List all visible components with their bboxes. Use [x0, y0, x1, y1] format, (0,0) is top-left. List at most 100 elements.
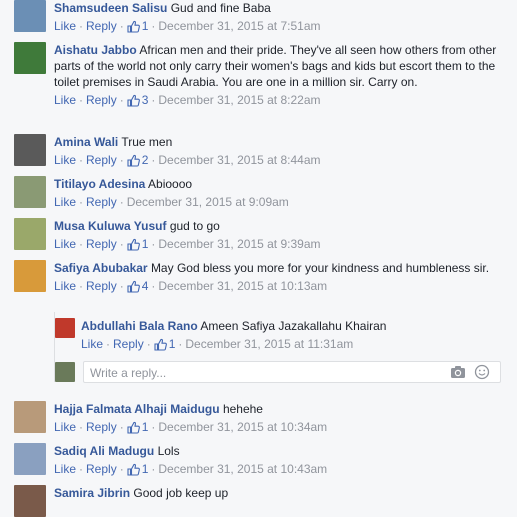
- camera-icon[interactable]: [450, 365, 466, 379]
- reply-button[interactable]: Reply: [86, 153, 117, 167]
- thumbs-up-icon[interactable]: [127, 238, 140, 251]
- comment-actions: Like · Reply · December 31, 2015 at 9:09am: [54, 194, 514, 210]
- like-button[interactable]: Like: [54, 237, 76, 251]
- comment-text: Gud and fine Baba: [170, 1, 271, 15]
- avatar[interactable]: [14, 401, 46, 433]
- timestamp[interactable]: December 31, 2015 at 7:51am: [158, 19, 320, 33]
- reply-button[interactable]: Reply: [86, 279, 117, 293]
- thumbs-up-icon[interactable]: [127, 154, 140, 167]
- like-button[interactable]: Like: [54, 153, 76, 167]
- timestamp[interactable]: December 31, 2015 at 8:22am: [158, 93, 320, 107]
- comment-body: Shamsudeen Salisu Gud and fine Baba Like ·…: [54, 0, 514, 34]
- avatar[interactable]: [14, 218, 46, 250]
- timestamp[interactable]: December 31, 2015 at 9:09am: [127, 195, 289, 209]
- separator: ·: [79, 279, 84, 293]
- author-name[interactable]: Samira Jibrin: [54, 486, 130, 500]
- reply-button[interactable]: Reply: [86, 237, 117, 251]
- timestamp[interactable]: December 31, 2015 at 8:44am: [158, 153, 320, 167]
- comment-text: True men: [121, 135, 173, 149]
- separator: ·: [79, 19, 84, 33]
- emoji-icon[interactable]: [474, 364, 490, 380]
- separator: ·: [151, 93, 156, 107]
- like-button[interactable]: Like: [54, 93, 76, 107]
- reply-button[interactable]: Reply: [113, 337, 144, 351]
- author-name[interactable]: Musa Kuluwa Yusuf: [54, 219, 166, 233]
- comment-body: Musa Kuluwa Yusuf gud to go Like · Reply · 1 ·…: [54, 218, 514, 252]
- author-name[interactable]: Shamsudeen Salisu: [54, 1, 167, 15]
- like-button[interactable]: Like: [54, 19, 76, 33]
- thumbs-up-icon[interactable]: [127, 20, 140, 33]
- reply-input-wrapper[interactable]: [83, 361, 501, 383]
- author-name[interactable]: Abdullahi Bala Rano: [81, 319, 198, 333]
- comment-actions: Like · Reply · 1 · December 31, 2015 at 11:31a…: [81, 336, 495, 352]
- author-name[interactable]: Titilayo Adesina: [54, 177, 145, 191]
- author-name[interactable]: Hajja Falmata Alhaji Maidugu: [54, 402, 220, 416]
- comment-actions: Like · Reply · 1 · December 31, 2015 at 7:51am: [54, 18, 514, 34]
- timestamp[interactable]: December 31, 2015 at 10:34am: [158, 420, 327, 434]
- avatar[interactable]: [14, 0, 46, 32]
- comment-text: May God bless you more for your kindness…: [150, 261, 490, 275]
- like-button[interactable]: Like: [54, 279, 76, 293]
- separator: ·: [119, 195, 124, 209]
- comment-actions: Like · Reply · 2 · December 31, 2015 at 8:44am: [54, 152, 514, 168]
- avatar[interactable]: [14, 134, 46, 166]
- like-button[interactable]: Like: [54, 420, 76, 434]
- separator: ·: [119, 279, 124, 293]
- comment-actions: Like · Reply · 1 · December 31, 2015 at 10:43a…: [54, 461, 514, 477]
- comment-text: Ameen Safiya Jazakallahu Khairan: [200, 319, 387, 333]
- separator: ·: [79, 93, 84, 107]
- avatar[interactable]: [14, 485, 46, 517]
- separator: ·: [119, 19, 124, 33]
- thumbs-up-icon[interactable]: [127, 280, 140, 293]
- reply-button[interactable]: Reply: [86, 420, 117, 434]
- author-name[interactable]: Sadiq Ali Madugu: [54, 444, 154, 458]
- reply-button[interactable]: Reply: [86, 93, 117, 107]
- like-button[interactable]: Like: [54, 462, 76, 476]
- separator: ·: [151, 279, 156, 293]
- separator: ·: [119, 462, 124, 476]
- author-name[interactable]: Amina Wali: [54, 135, 118, 149]
- separator: ·: [79, 237, 84, 251]
- reply-button[interactable]: Reply: [86, 195, 117, 209]
- reply-composer: [55, 361, 501, 383]
- separator: ·: [119, 93, 124, 107]
- comment-text: hehehe: [222, 402, 263, 416]
- comment-body: Aishatu Jabbo African men and their prid…: [54, 42, 514, 108]
- timestamp[interactable]: December 31, 2015 at 10:43am: [158, 462, 327, 476]
- reply-button[interactable]: Reply: [86, 462, 117, 476]
- separator: ·: [151, 462, 156, 476]
- timestamp[interactable]: December 31, 2015 at 9:39am: [158, 237, 320, 251]
- comment-actions: Like · Reply · 3 · December 31, 2015 at 8:22am: [54, 92, 514, 108]
- reply-input[interactable]: [88, 364, 422, 382]
- thumbs-up-icon[interactable]: [127, 421, 140, 434]
- avatar[interactable]: [55, 362, 75, 382]
- avatar[interactable]: [55, 318, 75, 338]
- comment-text: Good job keep up: [133, 486, 229, 500]
- thumbs-up-icon[interactable]: [127, 94, 140, 107]
- author-name[interactable]: Aishatu Jabbo: [54, 43, 137, 57]
- avatar[interactable]: [14, 42, 46, 74]
- author-name[interactable]: Safiya Abubakar: [54, 261, 148, 275]
- comment-body: Amina Wali True men Like · Reply · 2 · December…: [54, 134, 514, 168]
- reply-button[interactable]: Reply: [86, 19, 117, 33]
- separator: ·: [151, 153, 156, 167]
- comment-body: Titilayo Adesina Abioooo Like · Reply · Decem…: [54, 176, 514, 210]
- like-button[interactable]: Like: [54, 195, 76, 209]
- timestamp[interactable]: December 31, 2015 at 11:31am: [185, 337, 353, 351]
- comment-text: gud to go: [169, 219, 220, 233]
- comment-body: Safiya Abubakar May God bless you more f…: [54, 260, 514, 294]
- comment-text: Abioooo: [148, 177, 193, 191]
- separator: ·: [178, 337, 183, 351]
- comment-body: Abdullahi Bala Rano Ameen Safiya Jazakal…: [81, 318, 495, 352]
- avatar[interactable]: [14, 176, 46, 208]
- timestamp[interactable]: December 31, 2015 at 10:13am: [158, 279, 327, 293]
- avatar[interactable]: [14, 260, 46, 292]
- separator: ·: [119, 420, 124, 434]
- thumbs-up-icon[interactable]: [154, 338, 167, 351]
- thumbs-up-icon[interactable]: [127, 463, 140, 476]
- separator: ·: [79, 195, 84, 209]
- avatar[interactable]: [14, 443, 46, 475]
- separator: ·: [79, 462, 84, 476]
- like-button[interactable]: Like: [81, 337, 103, 351]
- comment-body: Sadiq Ali Madugu Lols Like · Reply · 1 · Decemb…: [54, 443, 514, 477]
